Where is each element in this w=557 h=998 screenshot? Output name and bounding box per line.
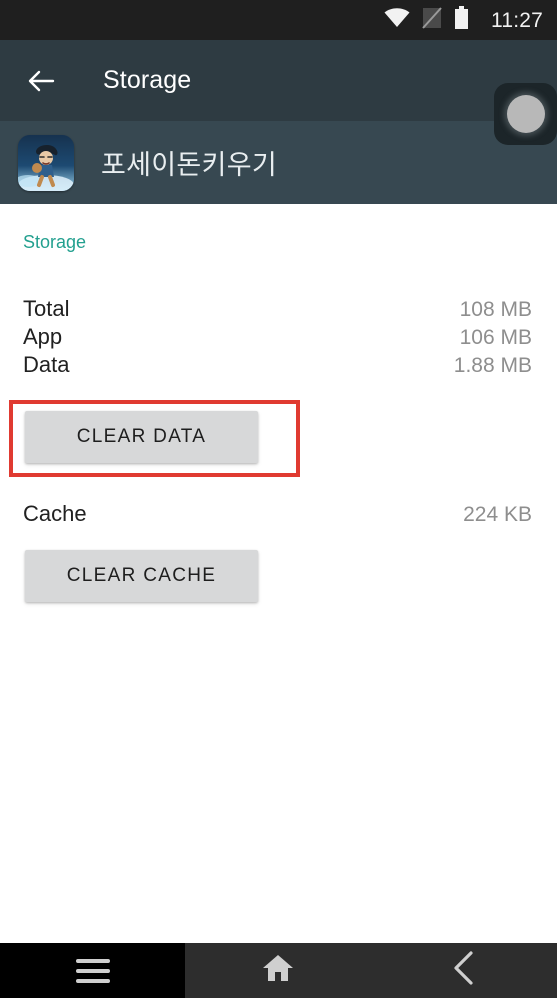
row-label: App [23,324,63,349]
record-knob-icon [506,95,545,133]
app-name: 포세이돈키우기 [101,150,277,180]
nav-recents-button[interactable] [0,943,185,998]
section-title-storage: Storage [23,232,87,252]
nav-home-button[interactable] [185,943,371,998]
back-arrow-icon[interactable] [26,66,56,96]
nav-back-button[interactable] [371,943,557,998]
status-icons: 11:27 [384,6,543,34]
app-header: 포세이돈키우기 [0,121,557,204]
storage-content: Storage Total 108 MB App 106 MB Data 1.8… [0,204,557,943]
page-title: Storage [103,66,192,94]
hamburger-icon [75,953,110,989]
row-value: 108 MB [459,298,532,321]
status-bar: 11:27 [0,0,557,40]
cache-row: Cache 224 KB [0,501,557,527]
chevron-left-icon [451,951,477,990]
row-label: Total [23,296,70,321]
storage-rows: Total 108 MB App 106 MB Data 1.88 MB [0,296,557,380]
cache-label: Cache [23,501,87,526]
status-time: 11:27 [491,8,543,32]
clear-data-button[interactable]: CLEAR DATA [25,411,258,463]
signal-off-icon [422,6,442,34]
navigation-bar [0,943,557,998]
cache-value: 224 KB [463,503,532,526]
row-label: Data [23,352,70,377]
wifi-icon [384,7,410,33]
phone-screen: 11:27 Storage 포세이돈키우기 Storage Total 108 … [0,0,557,998]
floating-record-button[interactable] [494,83,557,145]
row-value: 1.88 MB [453,354,532,377]
app-bar: Storage [0,40,557,121]
clear-cache-button[interactable]: CLEAR CACHE [25,550,258,602]
home-icon [261,953,295,988]
row-value: 106 MB [459,326,532,349]
battery-icon [454,6,469,34]
app-icon-poseidon [18,134,74,191]
table-row: Data 1.88 MB [0,352,557,380]
table-row: Total 108 MB [0,296,557,324]
table-row: App 106 MB [0,324,557,352]
